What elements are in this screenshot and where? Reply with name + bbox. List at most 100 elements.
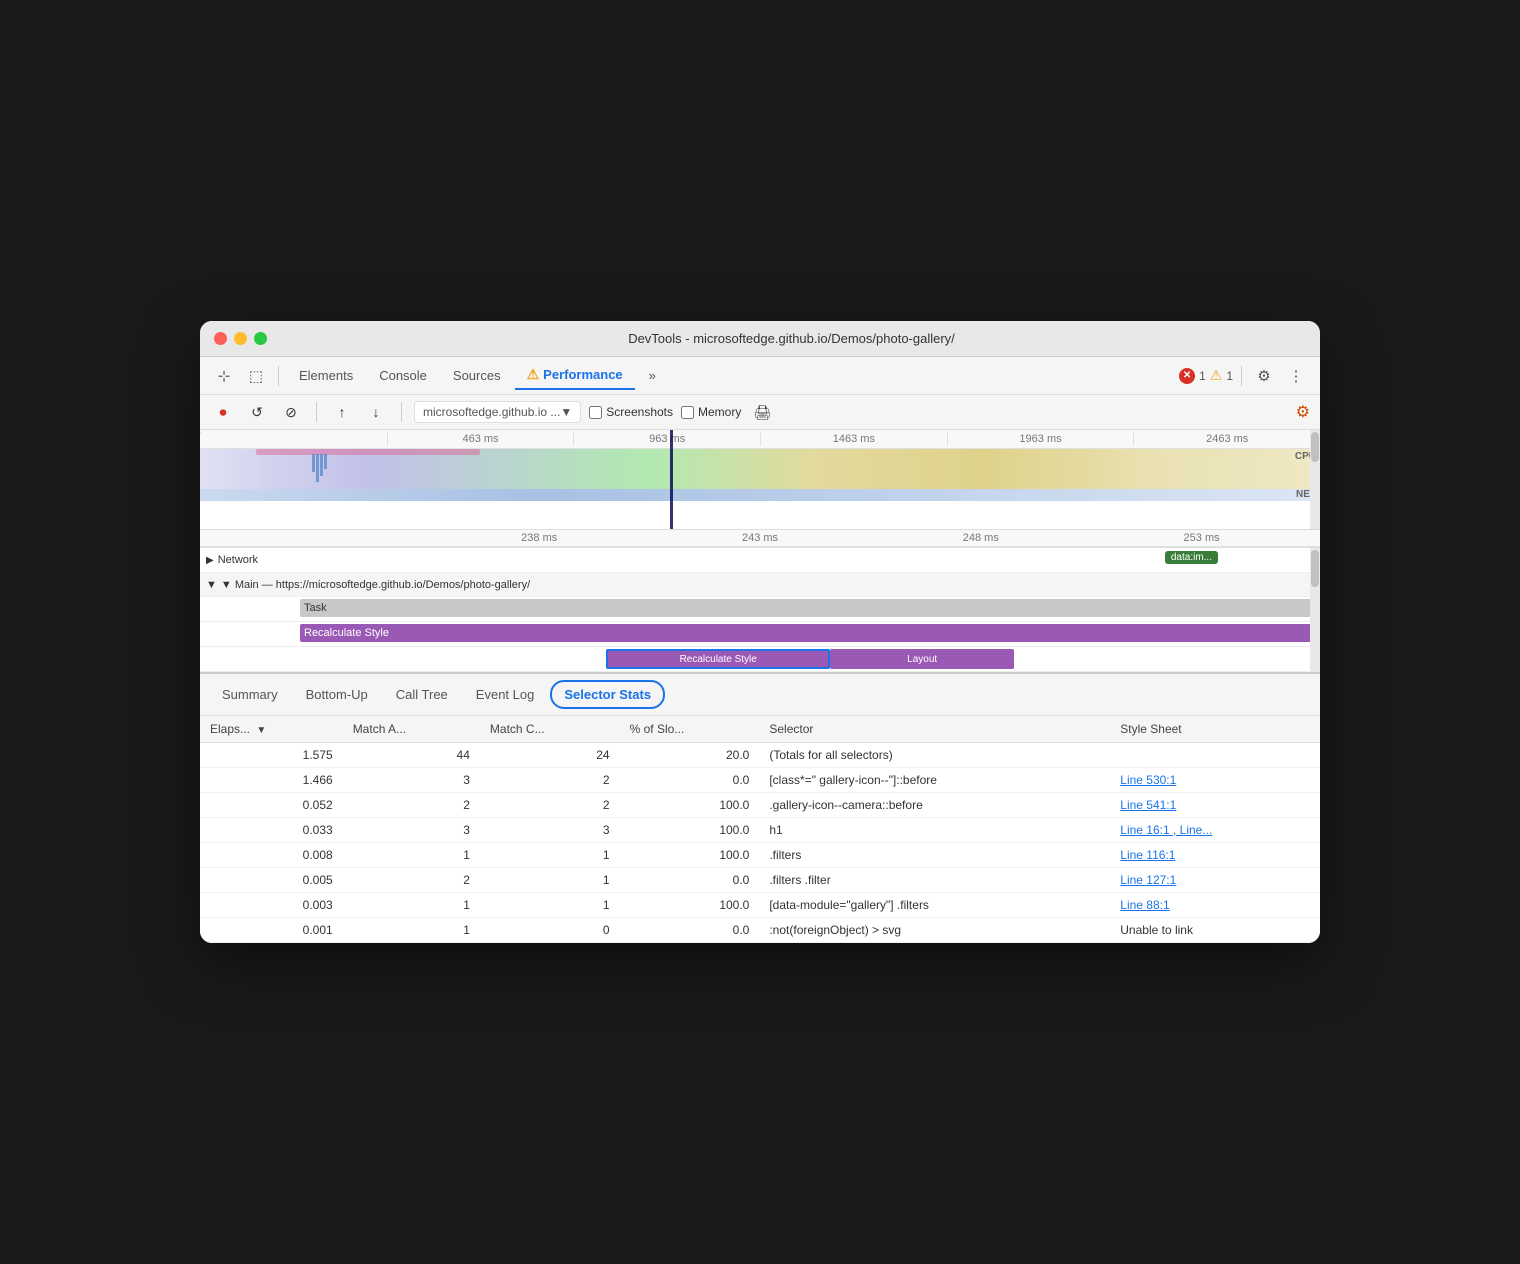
device-icon[interactable]: ⬚ [242,362,270,390]
col-stylesheet[interactable]: Style Sheet [1110,716,1320,743]
flame-recalc[interactable]: Recalculate Style [606,649,830,669]
pink-highlight-bar [256,449,480,455]
cell-match-count: 0 [480,918,620,943]
maximize-button[interactable] [254,332,267,345]
error-badge: ✕ [1179,368,1195,384]
network-badge: data:im... [1165,551,1218,564]
cell-stylesheet[interactable]: Line 127:1 [1110,868,1320,893]
record-button[interactable]: ⏺ [210,399,236,425]
cell-slow-percent: 0.0 [620,768,760,793]
ruler-mark-1: 463 ms [387,432,574,446]
tab-bottom-up[interactable]: Bottom-Up [294,682,380,707]
cell-stylesheet [1110,743,1320,768]
cell-match-count: 24 [480,743,620,768]
perf-toolbar: ⏺ ↺ ⊘ ↑ ↓ microsoftedge.github.io ...▼ S… [200,395,1320,430]
warn-count: 1 [1226,369,1233,383]
nav-tabs: Elements Console Sources ⚠ Performance » [287,361,1171,390]
tab-elements[interactable]: Elements [287,363,365,388]
cell-stylesheet[interactable]: Line 541:1 [1110,793,1320,818]
perf-separator-2 [401,402,402,422]
devtools-window: DevTools - microsoftedge.github.io/Demos… [200,321,1320,943]
recalc-bar[interactable]: Recalculate Style [300,624,1320,642]
network-expand-icon[interactable]: ▶ [206,555,214,566]
tab-more[interactable]: » [637,363,668,388]
timeline-overview[interactable]: 463 ms 963 ms 1463 ms 1963 ms 2463 ms CP… [200,430,1320,530]
col-elapsed[interactable]: Elaps... ▼ [200,716,343,743]
overview-scrollbar[interactable] [1310,430,1320,529]
tab-summary[interactable]: Summary [210,682,290,707]
table-row: 1.575 44 24 20.0 (Totals for all selecto… [200,743,1320,768]
cell-selector: [data-module="gallery"] .filters [759,893,1110,918]
col-slow-percent[interactable]: % of Slo... [620,716,760,743]
mini-bars [312,454,327,482]
cell-match-attempts: 3 [343,768,480,793]
url-field[interactable]: microsoftedge.github.io ...▼ [414,401,581,423]
detail-timeline: 238 ms 243 ms 248 ms 253 ms [200,530,1320,548]
cell-stylesheet[interactable]: Line 116:1 [1110,843,1320,868]
cell-elapsed: 0.005 [200,868,343,893]
screenshots-checkbox[interactable] [589,406,602,419]
upload-button[interactable]: ↑ [329,399,355,425]
main-collapse-icon[interactable]: ▼ [206,579,217,591]
cell-match-attempts: 3 [343,818,480,843]
tracks-scrollbar[interactable] [1310,548,1320,672]
memory-tool-button[interactable]: 🖨 [749,399,775,425]
perf-separator-1 [316,402,317,422]
sort-icon: ▼ [256,725,266,736]
cell-match-count: 1 [480,843,620,868]
ruler-mark-4: 1963 ms [947,432,1134,446]
ruler-mark-5: 2463 ms [1133,432,1320,446]
tab-performance[interactable]: ⚠ Performance [515,361,635,390]
table-row: 0.003 1 1 100.0 [data-module="gallery"] … [200,893,1320,918]
bottom-tabs: Summary Bottom-Up Call Tree Event Log Se… [200,674,1320,716]
flame-layout[interactable]: Layout [830,649,1014,669]
flame-label [200,657,300,661]
network-track-content: data:im... [300,548,1320,572]
tab-call-tree[interactable]: Call Tree [384,682,460,707]
table-header-row: Elaps... ▼ Match A... Match C... % of Sl… [200,716,1320,743]
inspect-icon[interactable]: ⊹ [210,362,238,390]
clear-button[interactable]: ⊘ [278,399,304,425]
network-track: ▶ Network data:im... [200,548,1320,573]
cell-match-count: 1 [480,868,620,893]
cell-match-attempts: 44 [343,743,480,768]
tab-event-log[interactable]: Event Log [464,682,547,707]
detail-mark-2: 243 ms [650,532,871,544]
minimize-button[interactable] [234,332,247,345]
main-toolbar: ⊹ ⬚ Elements Console Sources ⚠ Performan… [200,357,1320,395]
tab-sources[interactable]: Sources [441,363,513,388]
memory-checkbox[interactable] [681,406,694,419]
perf-settings-icon[interactable]: ⚙ [1296,402,1310,422]
detail-ruler: 238 ms 243 ms 248 ms 253 ms [200,530,1320,547]
task-bar[interactable]: Task [300,599,1320,617]
refresh-profile-button[interactable]: ↺ [244,399,270,425]
task-track-content: Task [300,597,1320,621]
cell-stylesheet[interactable]: Line 16:1 , Line... [1110,818,1320,843]
cell-stylesheet[interactable]: Line 530:1 [1110,768,1320,793]
download-button[interactable]: ↓ [363,399,389,425]
cell-elapsed: 0.033 [200,818,343,843]
table-row: 0.001 1 0 0.0 :not(foreignObject) > svg … [200,918,1320,943]
timeline-ruler: 463 ms 963 ms 1463 ms 1963 ms 2463 ms [200,430,1320,449]
more-icon[interactable]: ⋮ [1282,362,1310,390]
close-button[interactable] [214,332,227,345]
toolbar-separator-2 [1241,366,1242,386]
mini-bar-3 [320,454,323,476]
warn-badge: ⚠ [1210,367,1223,384]
table-row: 0.052 2 2 100.0 .gallery-icon--camera::b… [200,793,1320,818]
task-track-label [200,607,300,611]
col-match-count[interactable]: Match C... [480,716,620,743]
cell-stylesheet[interactable]: Line 88:1 [1110,893,1320,918]
recalc-bar-label: Recalculate Style [304,627,389,639]
tab-selector-stats[interactable]: Selector Stats [550,680,665,709]
cell-slow-percent: 0.0 [620,918,760,943]
tab-console[interactable]: Console [367,363,439,388]
window-title: DevTools - microsoftedge.github.io/Demos… [277,331,1306,346]
col-match-attempts[interactable]: Match A... [343,716,480,743]
tab-performance-label: Performance [543,367,622,382]
detail-mark-3: 248 ms [870,532,1091,544]
col-selector[interactable]: Selector [759,716,1110,743]
tracks-scrollbar-thumb [1311,550,1319,587]
window-controls [214,332,267,345]
settings-icon[interactable]: ⚙ [1250,362,1278,390]
